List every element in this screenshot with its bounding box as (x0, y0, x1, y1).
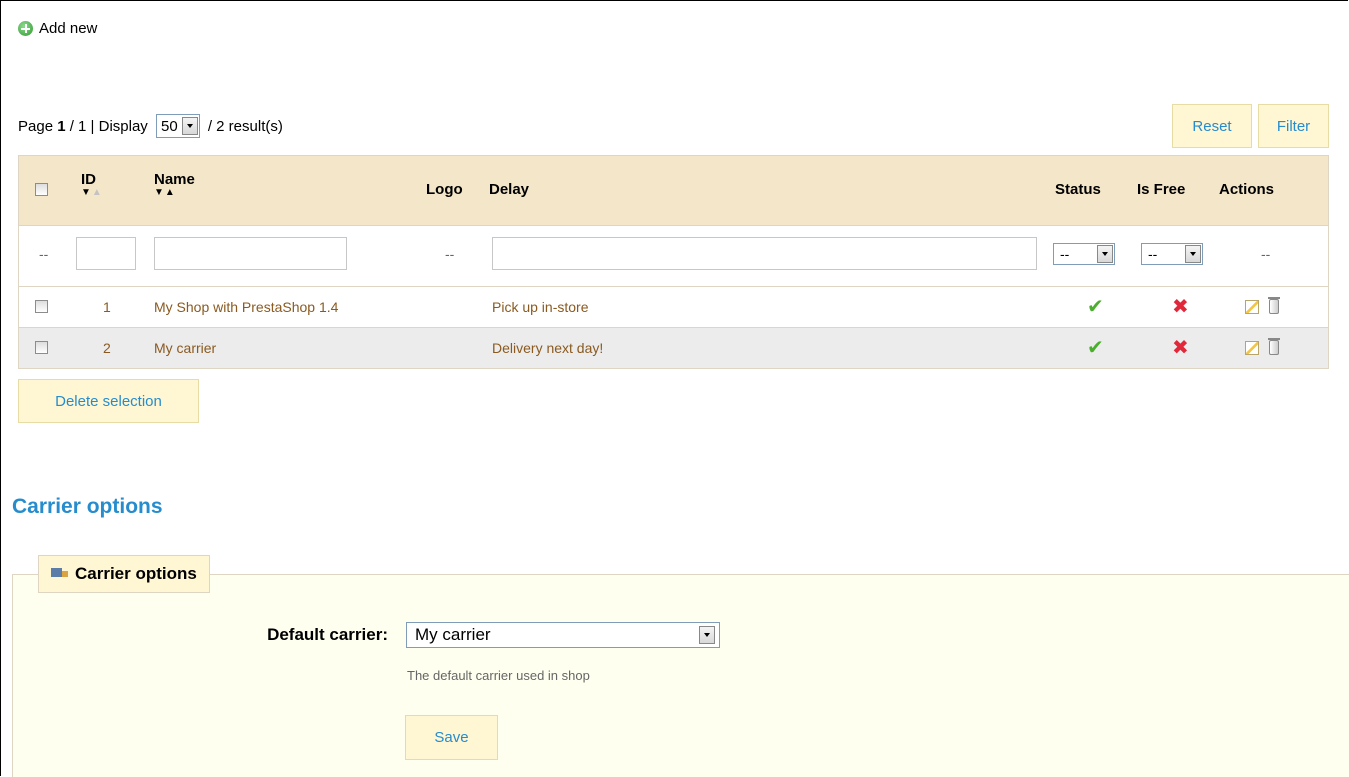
column-delay: Delay (489, 181, 530, 198)
table-row[interactable]: 1 My Shop with PrestaShop 1.4 Pick up in… (19, 286, 1328, 327)
add-new-link[interactable]: Add new (18, 20, 97, 37)
column-id: ID ▼▲ (81, 171, 103, 198)
sort-desc-icon[interactable]: ▼ (81, 187, 92, 198)
trash-icon[interactable] (1268, 297, 1280, 314)
column-logo: Logo (426, 181, 463, 198)
pencil-icon[interactable] (1245, 341, 1259, 355)
column-status: Status (1055, 181, 1101, 198)
row-checkbox[interactable] (35, 300, 48, 313)
current-page: 1 (57, 117, 66, 135)
row-id: 2 (103, 340, 111, 356)
default-carrier-label: Default carrier: (267, 625, 388, 644)
page-prefix: Page (18, 117, 58, 135)
reset-button[interactable]: Reset (1172, 104, 1252, 148)
filter-checkbox-placeholder: -- (39, 246, 49, 262)
filter-logo-placeholder: -- (445, 246, 455, 262)
row-delay: Pick up in-store (492, 299, 589, 315)
carrier-options-legend: Carrier options (38, 555, 210, 593)
page-suffix: / 1 | Display (65, 117, 152, 135)
x-icon[interactable]: ✖ (1172, 294, 1189, 319)
add-icon (18, 21, 33, 36)
filter-actions-placeholder: -- (1261, 246, 1271, 262)
chevron-down-icon[interactable] (1185, 245, 1201, 263)
default-carrier-hint: The default carrier used in shop (407, 668, 590, 683)
row-name[interactable]: My carrier (154, 340, 216, 356)
column-name-label: Name (154, 171, 195, 188)
default-carrier-select[interactable]: My carrier (406, 622, 720, 648)
per-page-select[interactable]: 50 (155, 114, 200, 138)
filter-status-value: -- (1060, 246, 1070, 262)
row-id: 1 (103, 299, 111, 315)
column-name: Name ▼▲ (154, 171, 195, 198)
filter-is-free-value: -- (1148, 246, 1158, 262)
sort-asc-icon[interactable]: ▲ (92, 187, 103, 198)
filter-id-input[interactable] (76, 237, 136, 270)
table-header: ID ▼▲ Name ▼▲ Logo Delay Status Is Free … (19, 156, 1328, 225)
sort-id: ▼▲ (81, 188, 103, 198)
row-delay: Delivery next day! (492, 340, 604, 356)
chevron-down-icon[interactable] (1097, 245, 1113, 263)
legend-label: Carrier options (75, 564, 197, 583)
carrier-options-fieldset (12, 574, 1349, 777)
pencil-icon[interactable] (1245, 300, 1259, 314)
x-icon[interactable]: ✖ (1172, 335, 1189, 360)
column-id-label: ID (81, 171, 96, 188)
results-count: / 2 result(s) (203, 117, 283, 135)
chevron-down-icon[interactable] (699, 626, 715, 644)
delete-selection-button[interactable]: Delete selection (18, 379, 199, 423)
filter-button[interactable]: Filter (1258, 104, 1329, 148)
column-actions: Actions (1219, 181, 1275, 198)
save-button[interactable]: Save (405, 715, 498, 760)
carrier-options-title: Carrier options (12, 495, 163, 518)
filter-status-select[interactable]: -- (1053, 243, 1115, 265)
row-checkbox[interactable] (35, 341, 48, 354)
sort-name: ▼▲ (154, 188, 195, 198)
chevron-down-icon[interactable] (181, 117, 198, 135)
per-page-value: 50 (160, 117, 178, 135)
filter-row: -- -- -- -- -- (19, 225, 1328, 286)
column-is-free: Is Free (1137, 181, 1186, 198)
trash-icon[interactable] (1268, 338, 1280, 355)
select-all-checkbox[interactable] (35, 183, 48, 196)
sort-desc-icon[interactable]: ▼ (154, 187, 165, 198)
filter-name-input[interactable] (154, 237, 347, 270)
row-name[interactable]: My Shop with PrestaShop 1.4 (154, 299, 338, 315)
check-icon[interactable]: ✔ (1087, 294, 1104, 319)
check-icon[interactable]: ✔ (1087, 335, 1104, 360)
default-carrier-value: My carrier (415, 625, 491, 644)
pagination: Page 1 / 1 | Display 50 / 2 result(s) (18, 114, 283, 138)
add-new-label: Add new (39, 20, 98, 37)
table-row[interactable]: 2 My carrier Delivery next day! ✔ ✖ (19, 327, 1328, 368)
truck-icon (51, 568, 69, 580)
carriers-table: ID ▼▲ Name ▼▲ Logo Delay Status Is Free … (18, 155, 1329, 369)
filter-delay-input[interactable] (492, 237, 1037, 270)
filter-is-free-select[interactable]: -- (1141, 243, 1203, 265)
sort-asc-icon[interactable]: ▲ (165, 187, 176, 198)
